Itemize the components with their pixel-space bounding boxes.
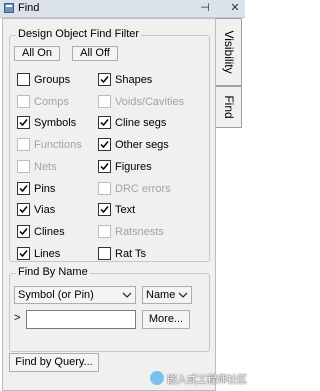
checkbox-label: DRC errors (115, 183, 171, 195)
find-filter-group: Design Object Find Filter All On All Off… (9, 28, 210, 262)
tab-find[interactable]: Find (216, 86, 242, 128)
checkmark-icon (19, 228, 28, 236)
checkbox-box[interactable] (17, 203, 30, 216)
checkbox-label: Shapes (115, 74, 153, 86)
tab-find-label: Find (221, 95, 236, 119)
checkmark-icon (100, 206, 109, 214)
checkbox-box[interactable] (98, 73, 111, 86)
checkmark-icon (19, 206, 28, 214)
checkbox-label: Comps (34, 96, 69, 108)
checkmark-icon (19, 250, 28, 258)
checkbox-label: Groups (34, 74, 71, 86)
name-search-input[interactable] (26, 310, 136, 329)
name-input-prompt: > (14, 312, 21, 324)
find-window-icon (4, 3, 14, 13)
checkbox-label: Voids/Cavities (115, 96, 185, 108)
title-bar: Find ⊣ ✕ (0, 0, 245, 18)
window-title: Find (18, 2, 40, 14)
checkbox-label: Pins (34, 183, 56, 195)
checkmark-icon (19, 185, 28, 193)
checkbox-label: Cline segs (115, 117, 167, 129)
checkbox-label: Text (115, 204, 136, 216)
checkbox-label: Figures (115, 161, 152, 173)
checkmark-icon (100, 141, 109, 149)
checkbox-label: Rat Ts (115, 248, 146, 260)
checkbox-label: Ratsnests (115, 226, 164, 238)
checkbox-box[interactable] (98, 160, 111, 173)
checkbox-box[interactable] (98, 203, 111, 216)
checkbox-label: Other segs (115, 139, 169, 151)
checkbox-box (98, 225, 111, 238)
checkbox-box (17, 138, 30, 151)
checkbox-label: Symbols (34, 117, 77, 129)
checkbox-label: Functions (34, 139, 82, 151)
more-button[interactable]: More... (142, 310, 190, 329)
find-panel: Design Object Find Filter All On All Off… (2, 18, 216, 391)
checkmark-icon (100, 76, 109, 84)
checkbox-label: Clines (34, 226, 65, 238)
checkbox-box (98, 182, 111, 195)
object-type-select[interactable]: Symbol (or Pin) (14, 286, 136, 304)
checkbox-box[interactable] (17, 225, 30, 238)
close-icon[interactable]: ✕ (229, 2, 241, 14)
find-by-name-title: Find By Name (16, 266, 90, 278)
find-by-name-group: Find By Name Symbol (or Pin) Name > More… (9, 266, 210, 352)
checkbox-box[interactable] (98, 247, 111, 260)
checkbox-box[interactable] (17, 247, 30, 260)
checkbox-box (98, 95, 111, 108)
checkbox-label: Nets (34, 161, 57, 173)
chevron-down-icon (122, 292, 132, 298)
checkbox-box[interactable] (98, 116, 111, 129)
find-filter-title: Design Object Find Filter (16, 28, 142, 40)
checkbox-box (17, 95, 30, 108)
chevron-down-icon (178, 292, 188, 298)
match-mode-select[interactable]: Name (142, 286, 192, 304)
match-mode-value: Name (146, 289, 176, 301)
watermark-text: 嵌入式工程师社区 (167, 375, 247, 386)
checkmark-icon (100, 163, 109, 171)
pin-icon[interactable]: ⊣ (199, 2, 211, 14)
side-tab-strip: Visibility Find (216, 18, 245, 391)
watermark: 嵌入式工程师社区 (150, 370, 247, 386)
wechat-logo-icon (150, 371, 164, 385)
all-on-button[interactable]: All On (14, 46, 60, 61)
checkbox-box (17, 160, 30, 173)
object-type-value: Symbol (or Pin) (18, 289, 94, 301)
checkbox-label: Lines (34, 248, 61, 260)
checkbox-box[interactable] (17, 182, 30, 195)
all-off-button[interactable]: All Off (72, 46, 118, 61)
checkmark-icon (19, 119, 28, 127)
checkbox-box[interactable] (17, 73, 30, 86)
find-by-query-button[interactable]: Find by Query... (9, 353, 99, 372)
checkmark-icon (100, 119, 109, 127)
tab-visibility[interactable]: Visibility (216, 18, 242, 86)
checkbox-box[interactable] (98, 138, 111, 151)
checkbox-label: Vias (34, 204, 56, 216)
tab-visibility-label: Visibility (221, 30, 236, 74)
checkbox-box[interactable] (17, 116, 30, 129)
